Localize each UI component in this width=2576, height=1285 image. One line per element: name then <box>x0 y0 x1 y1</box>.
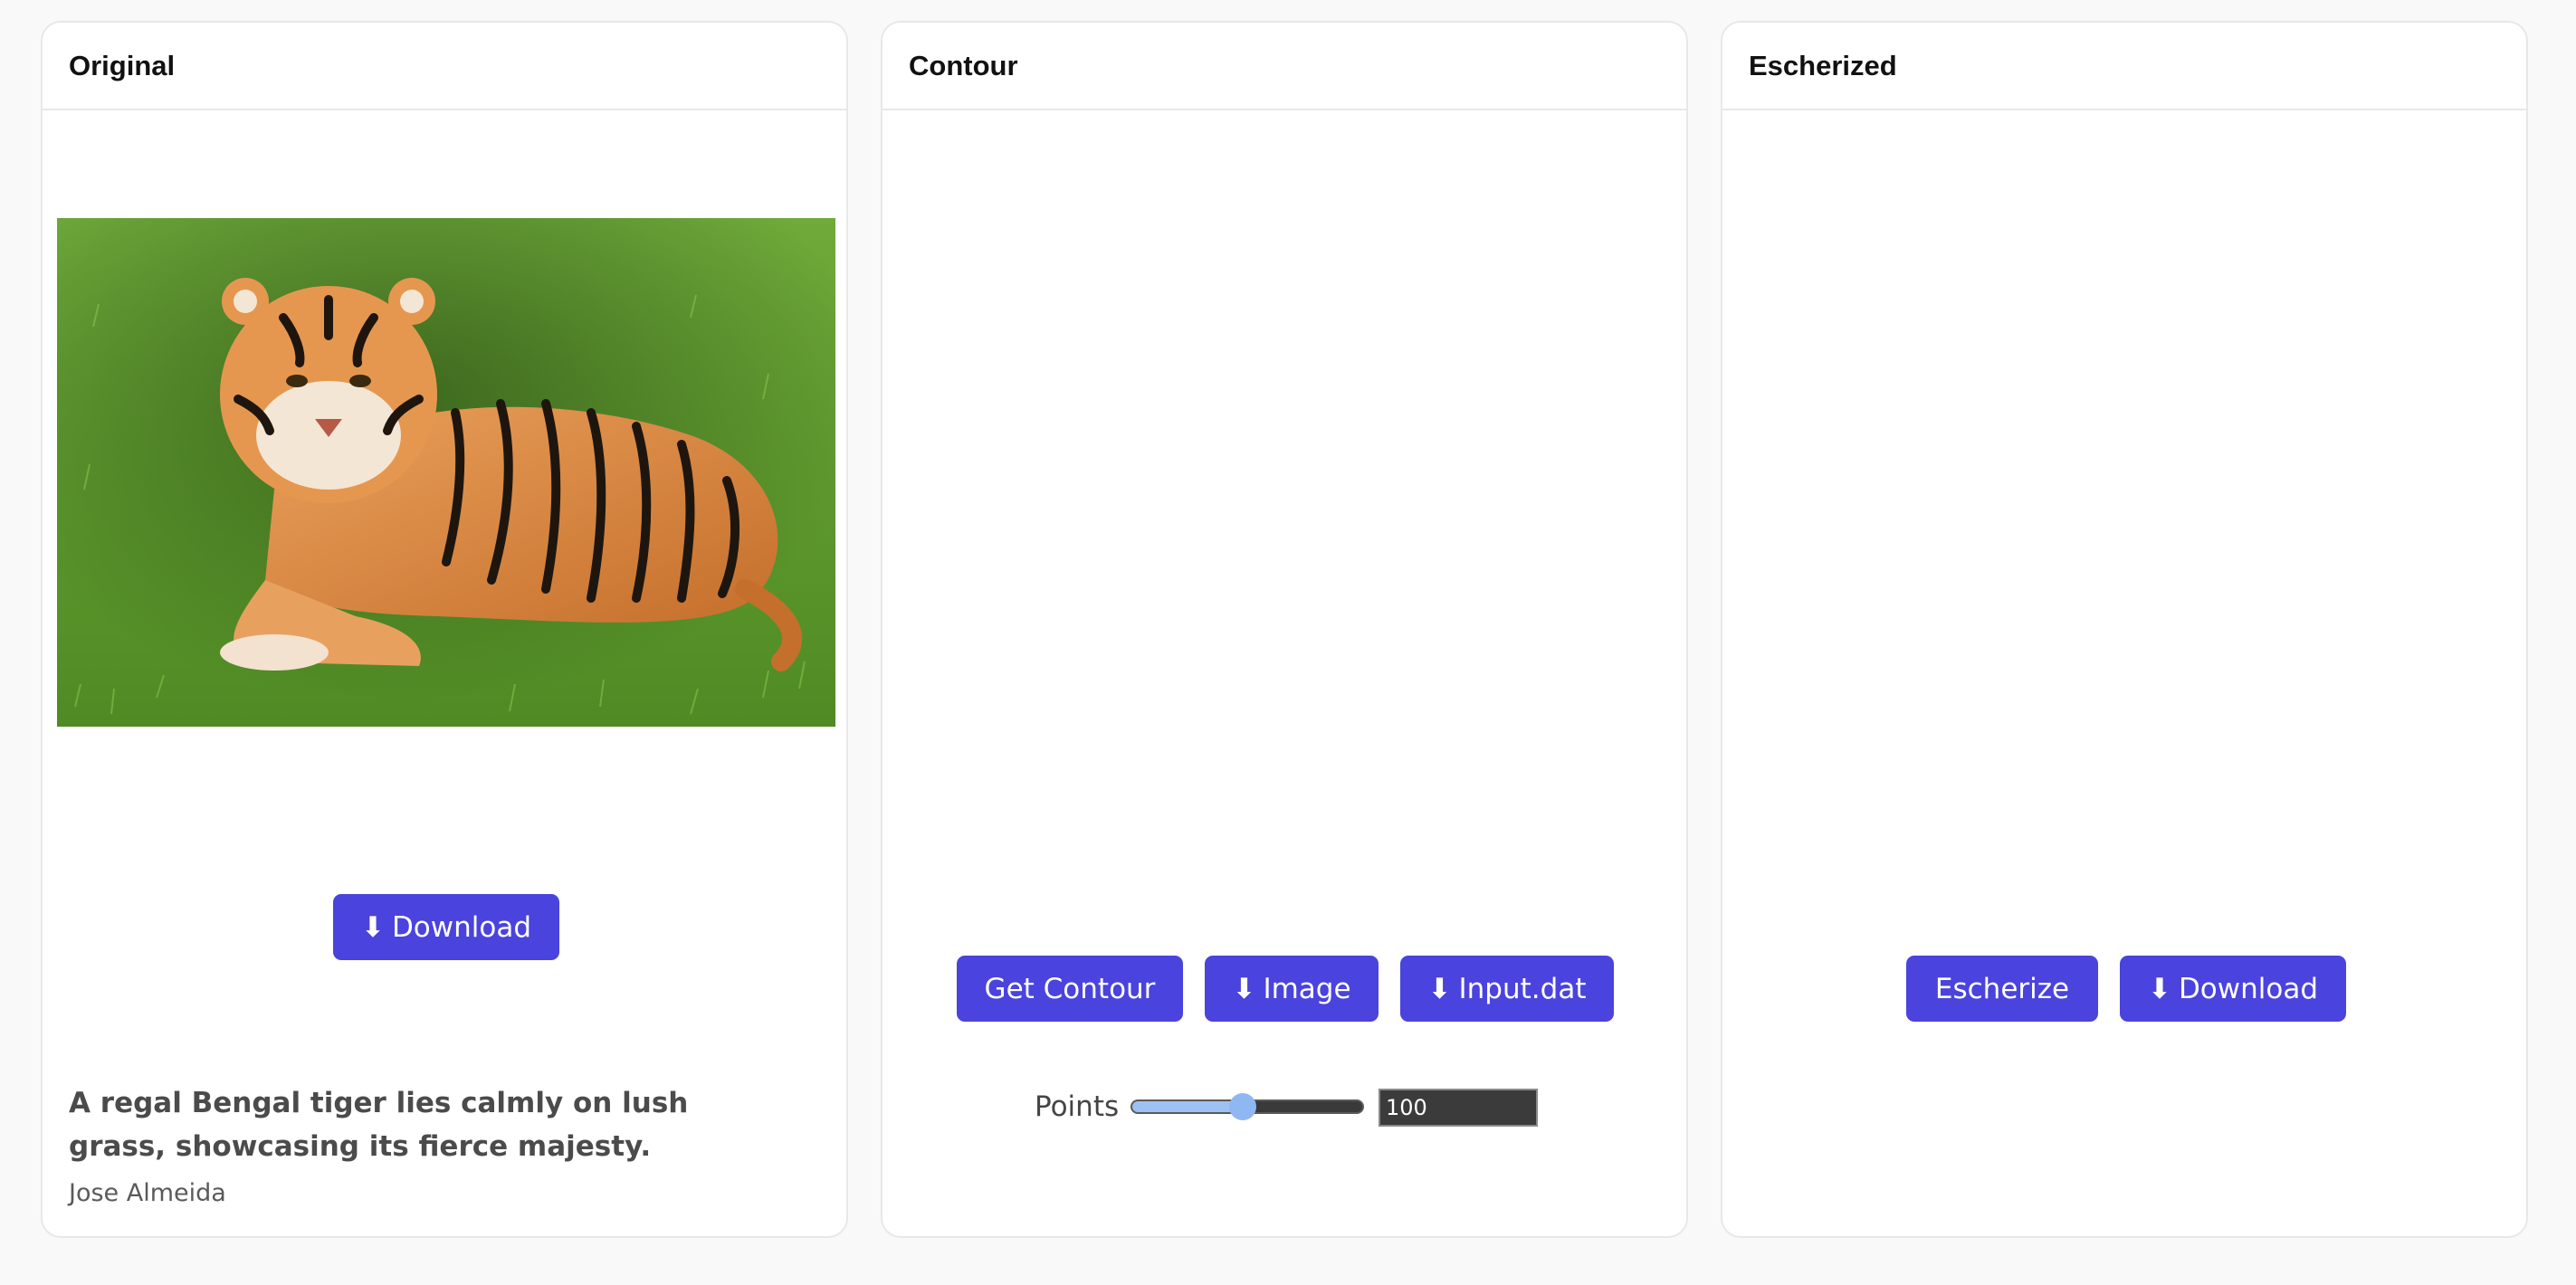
get-contour-button[interactable]: Get Contour <box>957 956 1183 1022</box>
points-label: Points <box>1035 1090 1120 1123</box>
download-arrow-icon: ⬇ <box>1427 972 1452 1005</box>
page: Original ⬇ Download A regal Bengal tiger… <box>0 0 2576 1285</box>
escherized-panel-title: Escherized <box>1722 23 2526 110</box>
escherize-button[interactable]: Escherize <box>1906 956 2098 1022</box>
escherize-label: Escherize <box>1934 972 2070 1005</box>
points-slider-fill <box>1132 1101 1243 1112</box>
get-contour-label: Get Contour <box>984 972 1156 1005</box>
image-caption: A regal Bengal tiger lies calmly on lush… <box>69 1087 689 1163</box>
download-arrow-icon: ⬇ <box>360 910 385 944</box>
download-arrow-icon: ⬇ <box>2147 972 2171 1005</box>
download-input-dat-button[interactable]: ⬇ Input.dat <box>1400 956 1614 1022</box>
download-image-button[interactable]: ⬇ Image <box>1205 956 1379 1022</box>
escherized-panel: Escherized Escherize ⬇ Download <box>1721 21 2528 1238</box>
contour-panel-title: Contour <box>883 23 1686 110</box>
image-author: Jose Almeida <box>69 1179 226 1207</box>
download-input-dat-label: Input.dat <box>1458 972 1587 1005</box>
contour-panel: Contour Get Contour ⬇ Image ⬇ Input.dat … <box>881 21 1688 1238</box>
escherized-download-button[interactable]: ⬇ Download <box>2120 956 2346 1022</box>
original-image <box>57 218 835 727</box>
points-slider-thumb[interactable] <box>1228 1093 1256 1120</box>
points-slider[interactable] <box>1131 1093 1364 1120</box>
original-panel-title: Original <box>43 23 846 110</box>
original-download-label: Download <box>391 910 532 944</box>
download-image-label: Image <box>1263 972 1351 1005</box>
tiger-photo <box>57 218 835 727</box>
points-input[interactable] <box>1379 1089 1538 1127</box>
original-download-button[interactable]: ⬇ Download <box>333 894 559 960</box>
download-arrow-icon: ⬇ <box>1232 972 1256 1005</box>
original-panel: Original ⬇ Download A regal Bengal tiger… <box>41 21 848 1238</box>
escherized-download-label: Download <box>2178 972 2319 1005</box>
